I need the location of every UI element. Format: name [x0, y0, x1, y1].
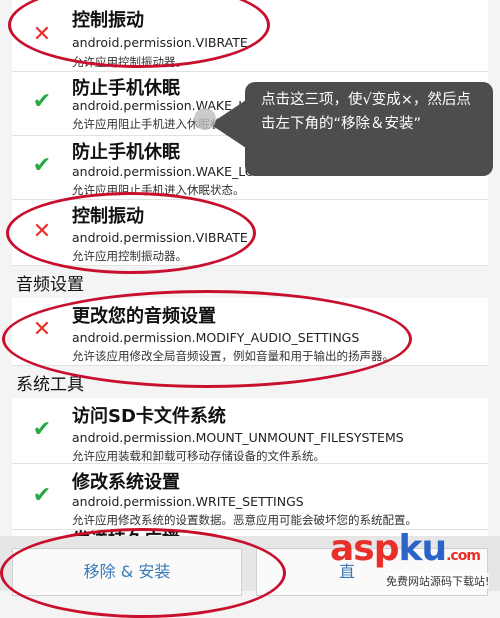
- permission-desc: 允许应用修改系统的设置数据。恶意应用可能会破坏您的系统配置。: [72, 513, 417, 527]
- permission-name: android.permission.VIBRATE: [72, 35, 248, 50]
- tooltip-arrow: [210, 100, 246, 148]
- x-mark-icon[interactable]: ✕: [32, 319, 52, 341]
- permission-row-vibrate[interactable]: ✕ 控制振动 android.permission.VIBRATE 允许应用控制…: [12, 200, 488, 266]
- x-mark-icon[interactable]: ✕: [32, 24, 52, 46]
- permission-desc: 允许应用阻止手机进入休眠状态。: [72, 183, 245, 197]
- permission-title: 防止手机休眠: [72, 142, 180, 163]
- permission-name: android.permission.WRITE_SETTINGS: [72, 494, 304, 509]
- permission-row-modify-audio[interactable]: ✕ 更改您的音频设置 android.permission.MODIFY_AUD…: [12, 298, 488, 366]
- permission-title: 更改您的音频设置: [72, 306, 216, 327]
- permission-desc: 允许该应用修改全局音频设置，例如音量和用于输出的扬声器。: [72, 349, 394, 363]
- permission-title: 控制振动: [72, 10, 144, 31]
- touch-indicator: [194, 108, 216, 130]
- watermark-tagline: 免费网站源码下载站!: [386, 573, 490, 589]
- permission-desc: 允许应用装载和卸载可移动存储设备的文件系统。: [72, 449, 325, 463]
- permission-row-vibrate[interactable]: ✕ 控制振动 android.permission.VIBRATE 允许应用控制…: [12, 0, 488, 72]
- permission-title: 控制振动: [72, 206, 144, 227]
- remove-install-button[interactable]: 移除 & 安装: [12, 548, 242, 596]
- section-header-audio: 音频设置: [16, 275, 84, 295]
- permission-name: android.permission.WAKE_LOCK: [72, 164, 272, 179]
- permission-desc: 允许应用控制振动器。: [72, 249, 187, 263]
- permission-row-write-settings[interactable]: ✔ 修改系统设置 android.permission.WRITE_SETTIN…: [12, 464, 488, 530]
- permission-desc: 允许应用控制振动器。: [72, 55, 187, 69]
- check-mark-icon[interactable]: ✔: [32, 485, 52, 507]
- check-mark-icon[interactable]: ✔: [32, 419, 52, 441]
- permission-name: android.permission.MODIFY_AUDIO_SETTINGS: [72, 330, 360, 345]
- x-mark-icon[interactable]: ✕: [32, 221, 52, 243]
- permission-row-mount-filesystems[interactable]: ✔ 访问SD卡文件系统 android.permission.MOUNT_UNM…: [12, 398, 488, 464]
- instruction-tooltip: 点击这三项，使√变成×，然后点击左下角的“移除＆安装”: [245, 82, 493, 176]
- check-mark-icon[interactable]: ✔: [32, 155, 52, 177]
- permission-name: android.permission.MOUNT_UNMOUNT_FILESYS…: [72, 430, 404, 445]
- section-header-system: 系统工具: [16, 375, 84, 395]
- check-mark-icon[interactable]: ✔: [32, 91, 52, 113]
- permission-title: 防止手机休眠: [72, 78, 180, 99]
- permission-title: 访问SD卡文件系统: [72, 406, 226, 427]
- permission-title: 修改系统设置: [72, 472, 180, 493]
- permission-name: android.permission.VIBRATE: [72, 230, 248, 245]
- watermark-logo: aspku.com: [330, 528, 481, 569]
